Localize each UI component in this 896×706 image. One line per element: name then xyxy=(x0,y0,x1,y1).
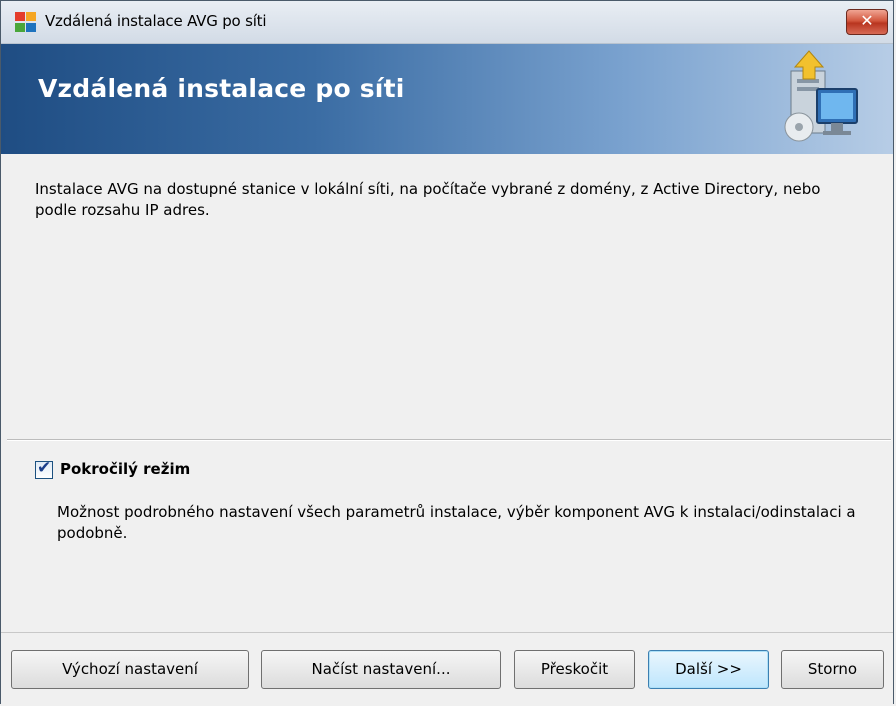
header-banner: Vzdálená instalace po síti xyxy=(1,44,893,154)
button-bar: Výchozí nastavení Načíst nastavení... Př… xyxy=(1,632,893,704)
content-area xyxy=(1,154,893,632)
description-text: Instalace AVG na dostupné stanice v loká… xyxy=(35,180,821,219)
network-install-icon xyxy=(784,50,858,142)
divider xyxy=(7,439,891,441)
close-button[interactable]: ✕ xyxy=(846,9,888,35)
load-settings-button[interactable]: Načíst nastavení... xyxy=(261,650,501,689)
page-title: Vzdálená instalace po síti xyxy=(38,74,405,103)
next-button[interactable]: Další >> xyxy=(648,650,769,689)
cancel-button[interactable]: Storno xyxy=(781,650,884,689)
installer-window: Vzdálená instalace AVG po síti ✕ Vzdálen… xyxy=(0,0,894,704)
default-settings-button[interactable]: Výchozí nastavení xyxy=(11,650,249,689)
skip-button[interactable]: Přeskočit xyxy=(514,650,635,689)
window-title: Vzdálená instalace AVG po síti xyxy=(45,12,267,30)
close-icon: ✕ xyxy=(860,11,874,30)
advanced-mode-description: Možnost podrobného nastavení všech param… xyxy=(57,503,856,542)
advanced-mode-checkbox[interactable]: ✔ xyxy=(35,458,53,479)
checkbox-checked-icon: ✔ xyxy=(37,458,52,478)
title-bar[interactable]: Vzdálená instalace AVG po síti ✕ xyxy=(1,1,893,44)
avg-logo-icon xyxy=(15,12,36,32)
advanced-mode-label[interactable]: Pokročilý režim xyxy=(60,460,190,478)
